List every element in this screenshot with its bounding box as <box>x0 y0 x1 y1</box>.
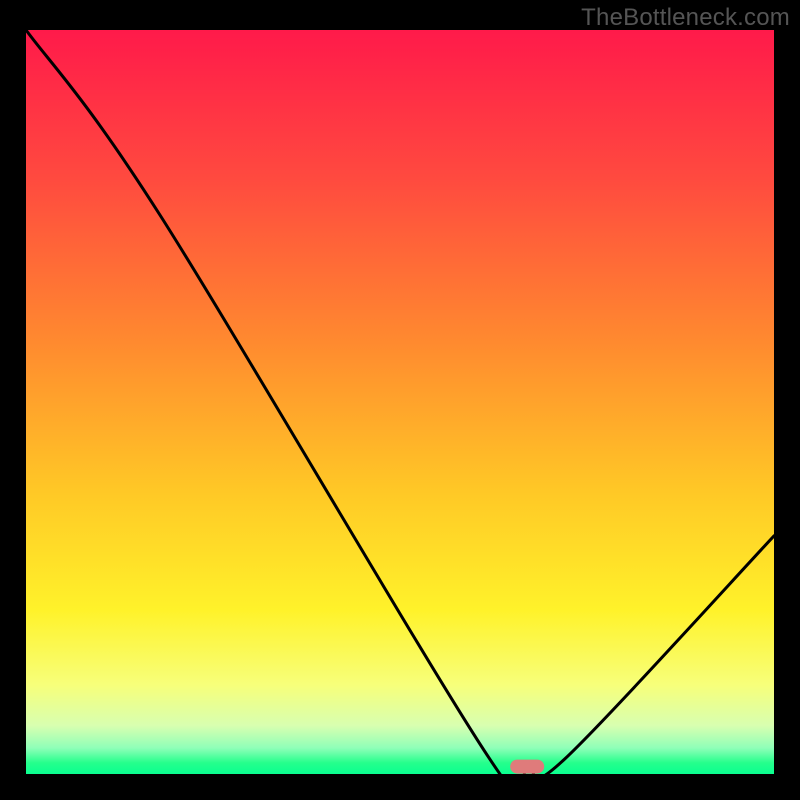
chart-plot <box>26 30 774 774</box>
chart-background <box>26 30 774 774</box>
chart-svg <box>26 30 774 774</box>
watermark-text: TheBottleneck.com <box>581 4 790 32</box>
chart-marker <box>510 760 544 774</box>
